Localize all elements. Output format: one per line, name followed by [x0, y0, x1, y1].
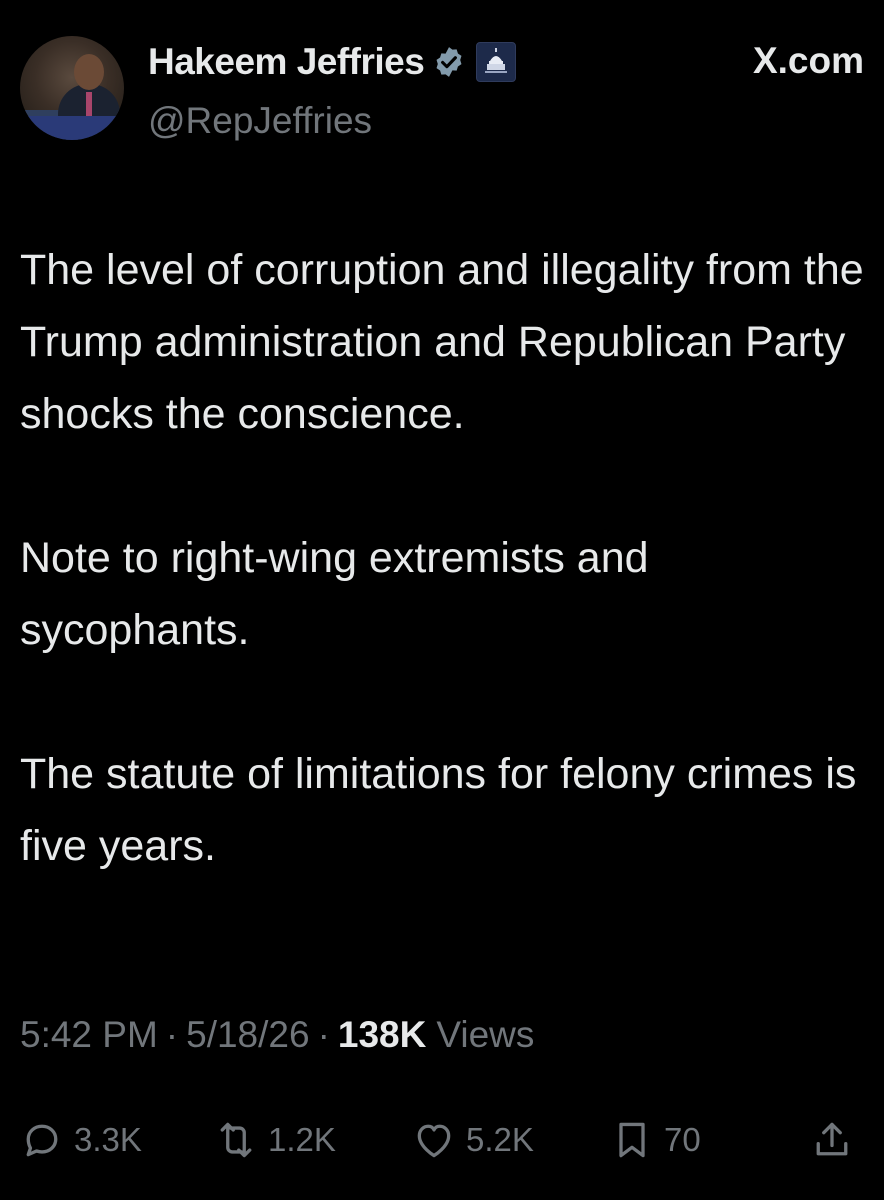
heart-icon [417, 1124, 451, 1158]
tweet-header: Hakeem Jeffries @RepJeffries X.com [20, 36, 864, 146]
meta-separator: · [165, 1014, 179, 1055]
site-label: X.com [752, 40, 864, 81]
tweet-paragraph: Note to right-wing extremists and sycoph… [20, 534, 649, 654]
action-bar: 3.3K 1.2K 5.2K 70 [20, 1110, 864, 1170]
avatar[interactable] [20, 36, 124, 140]
like-button[interactable]: 5.2K [412, 1110, 534, 1170]
house-democrats-icon[interactable] [476, 42, 517, 82]
share-button[interactable] [810, 1110, 854, 1170]
bookmark-count: 70 [664, 1121, 701, 1158]
reply-count: 3.3K [74, 1121, 142, 1158]
repost-icon [220, 1122, 252, 1158]
views-label: Views [436, 1014, 535, 1055]
tweet-time[interactable]: 5:42 PM [20, 1014, 158, 1056]
reply-icon [26, 1124, 58, 1157]
repost-button[interactable]: 1.2K [214, 1110, 336, 1170]
tweet-date[interactable]: 5/18/26 [186, 1014, 309, 1056]
tweet-paragraph: The level of corruption and illegality f… [20, 246, 864, 438]
tweet-text: The level of corruption and illegality f… [20, 234, 870, 882]
verified-badge-icon [436, 47, 462, 77]
author-row: Hakeem Jeffries [148, 40, 517, 84]
reply-button[interactable]: 3.3K [20, 1110, 142, 1170]
author-handle[interactable]: @RepJeffries [148, 100, 372, 142]
bookmark-icon [619, 1122, 645, 1158]
meta-separator: · [317, 1014, 330, 1055]
tweet-meta: 5:42 PM · 5/18/26 · 138K Views [20, 1014, 534, 1056]
author-name[interactable]: Hakeem Jeffries [148, 41, 425, 83]
views-count: 138K [337, 1014, 427, 1055]
tweet-paragraph: The statute of limitations for felony cr… [20, 750, 857, 870]
bookmark-button[interactable]: 70 [610, 1110, 701, 1170]
repost-count: 1.2K [268, 1121, 336, 1158]
share-icon [816, 1122, 848, 1156]
like-count: 5.2K [466, 1121, 534, 1158]
